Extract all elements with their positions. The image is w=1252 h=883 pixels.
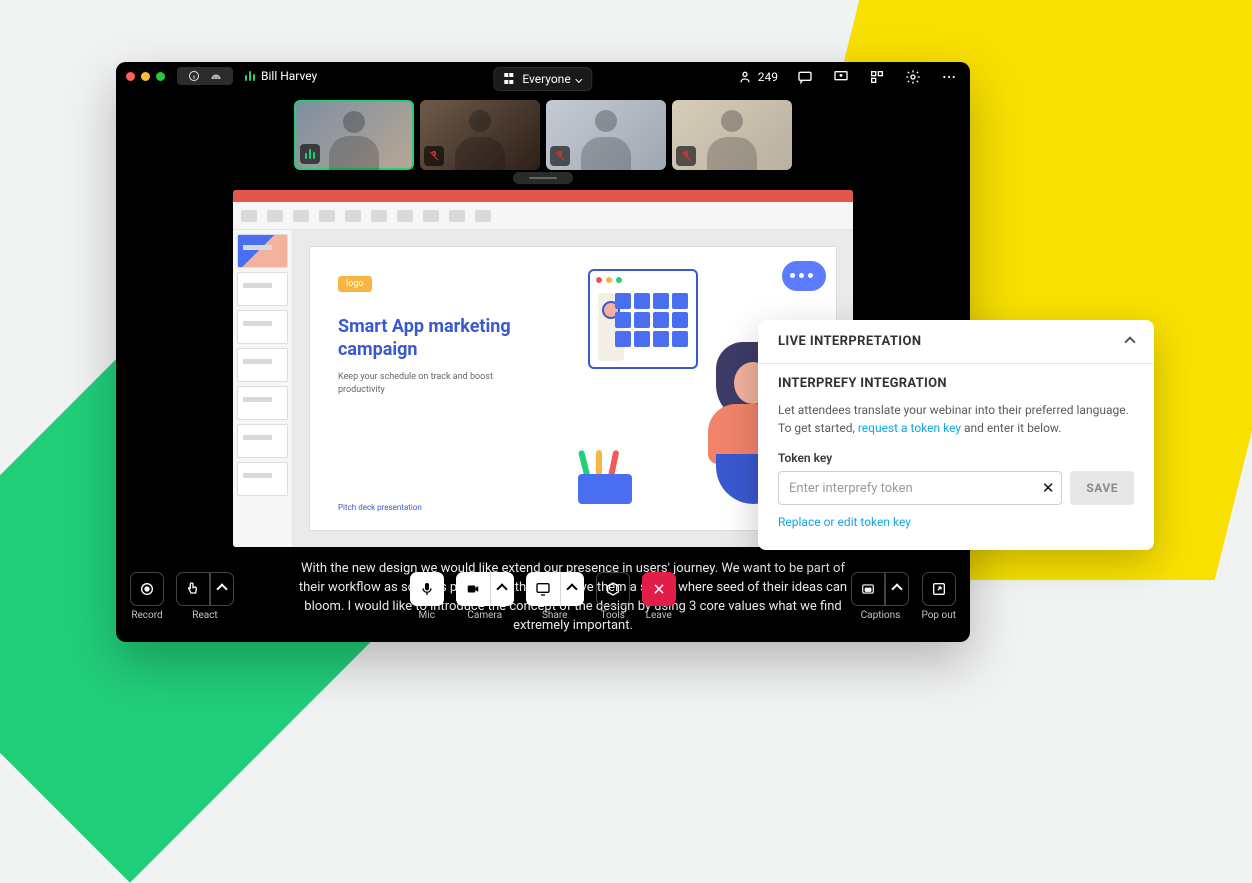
react-label: React xyxy=(192,610,217,621)
grid-icon xyxy=(504,73,516,85)
react-menu-button[interactable] xyxy=(210,572,234,606)
close-window-dot[interactable] xyxy=(126,72,135,81)
audio-indicator-icon xyxy=(245,71,255,81)
panel-title: LIVE INTERPRETATION xyxy=(778,334,921,349)
titlebar-info-group xyxy=(177,67,233,85)
info-icon[interactable] xyxy=(187,69,201,83)
slide-thumb-2[interactable] xyxy=(237,272,288,306)
captions-menu-button[interactable] xyxy=(885,572,909,606)
slide-thumb-5[interactable] xyxy=(237,386,288,420)
mic-muted-icon xyxy=(676,146,696,166)
slide-logo: logo xyxy=(338,276,372,292)
layout-label: Everyone xyxy=(522,72,570,86)
slide-thumb-6[interactable] xyxy=(237,424,288,458)
captions-label: Captions xyxy=(861,610,901,621)
resize-handle[interactable] xyxy=(513,172,573,184)
react-button[interactable] xyxy=(176,572,210,606)
meeting-controls: Record React Mic xyxy=(116,572,970,632)
participant-thumbnails xyxy=(294,100,792,170)
participant-tile-3[interactable] xyxy=(546,100,666,170)
maximize-window-dot[interactable] xyxy=(156,72,165,81)
live-interpretation-panel: LIVE INTERPRETATION INTERPREFY INTEGRATI… xyxy=(758,320,1154,550)
slide-thumb-1[interactable] xyxy=(237,234,288,268)
token-field-label: Token key xyxy=(778,451,1134,465)
camera-button[interactable] xyxy=(456,572,490,606)
mic-button[interactable] xyxy=(410,572,444,606)
camera-menu-button[interactable] xyxy=(490,572,514,606)
token-input[interactable] xyxy=(778,471,1062,505)
settings-icon[interactable] xyxy=(904,68,922,86)
panel-section-title: INTERPREFY INTEGRATION xyxy=(778,376,1134,391)
save-button[interactable]: SAVE xyxy=(1070,471,1134,505)
svg-text:CC: CC xyxy=(865,587,871,593)
layout-switcher[interactable]: Everyone xyxy=(493,67,592,91)
share-button[interactable] xyxy=(526,572,560,606)
participant-count[interactable]: 249 xyxy=(736,68,778,86)
people-icon xyxy=(736,68,754,86)
tools-label: Tools xyxy=(600,610,624,621)
chevron-down-icon xyxy=(576,75,583,82)
edit-token-link[interactable]: Replace or edit token key xyxy=(778,515,911,529)
panel-description: Let attendees translate your webinar int… xyxy=(778,401,1134,437)
slide-subtitle: Keep your schedule on track and boost pr… xyxy=(338,371,508,396)
powerpoint-ribbon xyxy=(233,202,853,230)
slide-thumbnail-list xyxy=(233,230,293,547)
record-label: Record xyxy=(131,610,162,621)
mic-muted-icon xyxy=(550,146,570,166)
request-token-link[interactable]: request a token key xyxy=(858,421,961,435)
slide-thumb-7[interactable] xyxy=(237,462,288,496)
participant-tile-2[interactable] xyxy=(420,100,540,170)
slide-footer: Pitch deck presentation xyxy=(338,503,422,512)
participant-tile-4[interactable] xyxy=(672,100,792,170)
tools-button[interactable] xyxy=(596,572,630,606)
popout-button[interactable] xyxy=(922,572,956,606)
screen-share-icon[interactable] xyxy=(832,68,850,86)
share-label: Share xyxy=(542,610,567,621)
active-speaker-name: Bill Harvey xyxy=(261,69,317,83)
participant-tile-1[interactable] xyxy=(294,100,414,170)
clear-input-icon[interactable]: ✕ xyxy=(1042,479,1055,497)
minimize-window-dot[interactable] xyxy=(141,72,150,81)
mic-muted-icon xyxy=(424,146,444,166)
slide-thumb-3[interactable] xyxy=(237,310,288,344)
slide-thumb-4[interactable] xyxy=(237,348,288,382)
mic-label: Mic xyxy=(419,610,435,621)
leave-button[interactable] xyxy=(642,572,676,606)
popout-label: Pop out xyxy=(921,610,956,621)
participant-count-value: 249 xyxy=(758,70,778,84)
network-icon[interactable] xyxy=(209,69,223,83)
powerpoint-titlebar xyxy=(233,190,853,202)
captions-button[interactable]: CC xyxy=(851,572,885,606)
collapse-icon[interactable] xyxy=(1124,336,1135,347)
chat-icon[interactable] xyxy=(796,68,814,86)
camera-label: Camera xyxy=(467,610,502,621)
record-button[interactable] xyxy=(130,572,164,606)
apps-icon[interactable] xyxy=(868,68,886,86)
leave-label: Leave xyxy=(646,610,672,621)
slide-title: Smart App marketing campaign xyxy=(338,316,528,361)
share-menu-button[interactable] xyxy=(560,572,584,606)
audio-active-icon xyxy=(300,144,320,164)
more-icon[interactable] xyxy=(940,68,958,86)
